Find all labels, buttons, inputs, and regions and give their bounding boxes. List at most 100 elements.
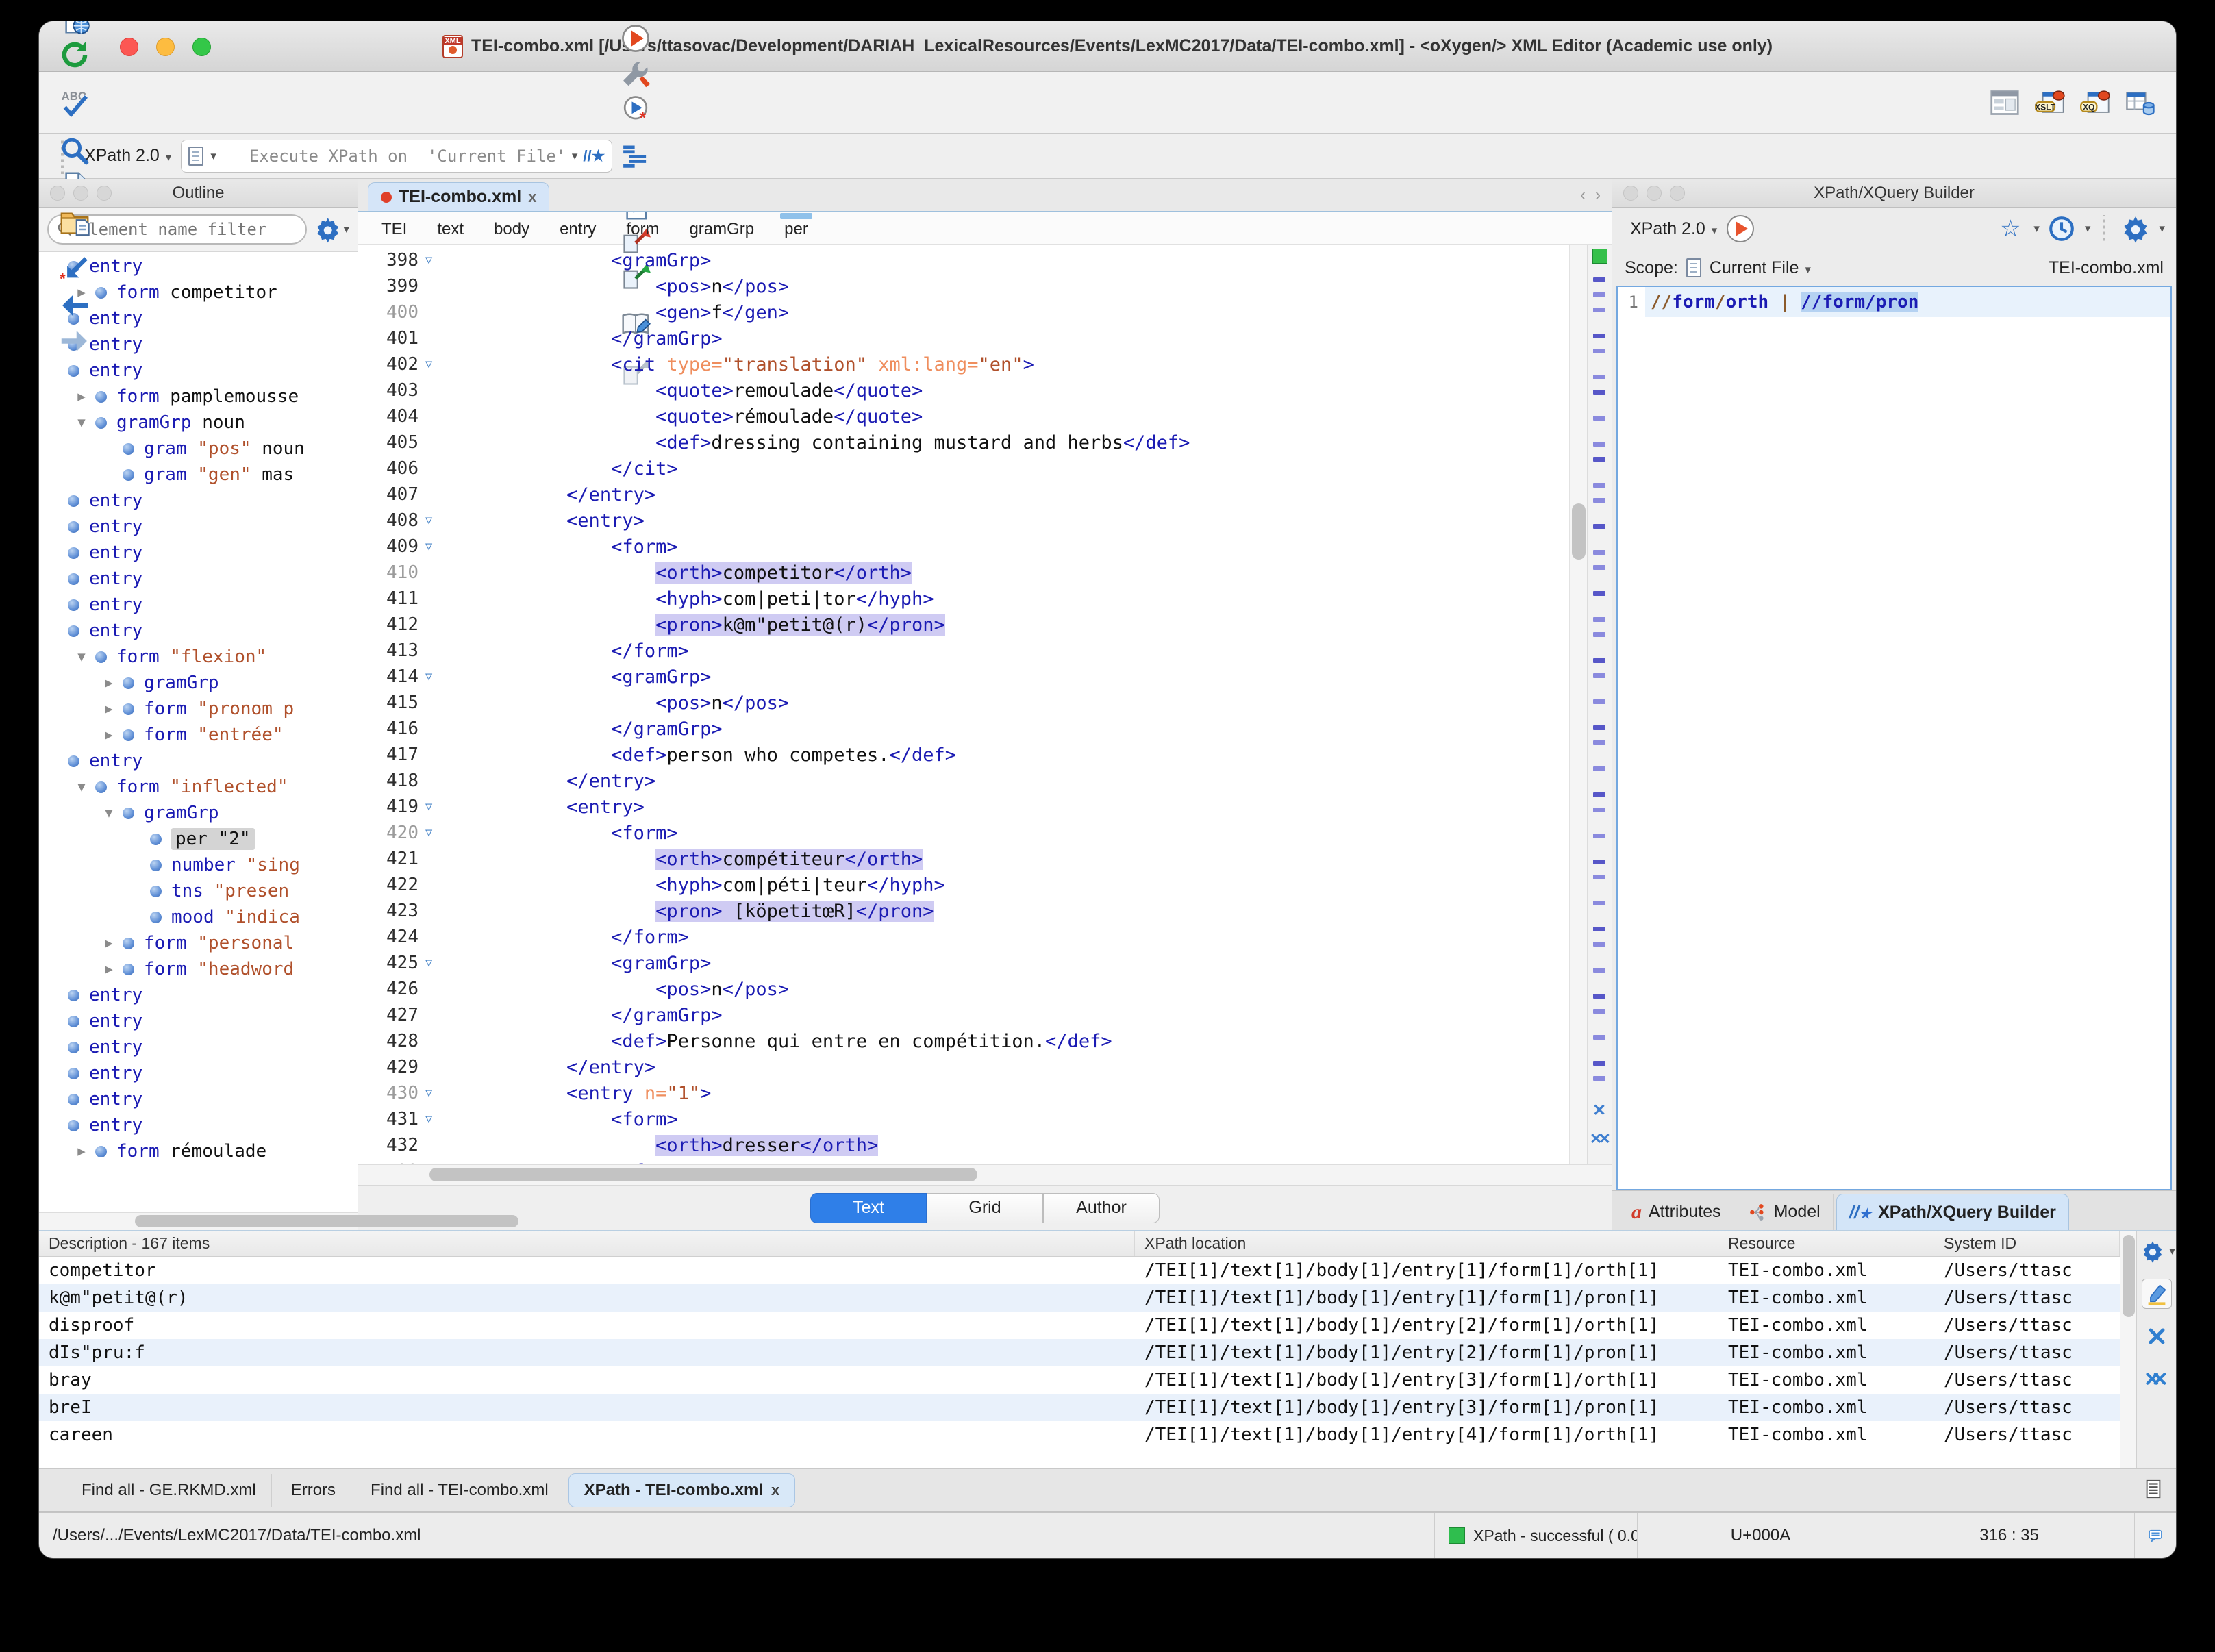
code-line-430[interactable]: 430 ▽ <entry n="1"> xyxy=(358,1080,1569,1106)
results-column-header[interactable]: Resource xyxy=(1718,1231,1934,1256)
editor-layout-icon[interactable] xyxy=(1987,85,2023,121)
code-line-408[interactable]: 408 ▽ <entry> xyxy=(358,508,1569,534)
code-line-403[interactable]: 403 <quote>remoulade</quote> xyxy=(358,377,1569,403)
fold-toggle-icon[interactable]: ▽ xyxy=(424,514,450,527)
close-all-x-icon[interactable] xyxy=(2142,1364,2172,1394)
result-marker-tick[interactable] xyxy=(1593,725,1605,730)
result-marker-tick[interactable] xyxy=(1593,1076,1605,1081)
expand-arrow-icon[interactable]: ▶ xyxy=(95,936,123,951)
result-marker-tick[interactable] xyxy=(1593,498,1605,503)
code-line-405[interactable]: 405 <def>dressing containing mustard and… xyxy=(358,429,1569,455)
view-button-author[interactable]: Author xyxy=(1043,1192,1160,1223)
code-line-406[interactable]: 406 </cit> xyxy=(358,455,1569,481)
fold-toggle-icon[interactable]: ▽ xyxy=(424,540,450,553)
xpath-expression-combo[interactable]: ▾ Execute XPath on 'Current File' ▾ //★ xyxy=(181,139,613,173)
result-marker-tick[interactable] xyxy=(1593,699,1605,704)
outline-item[interactable]: entry xyxy=(39,1060,358,1086)
results-row[interactable]: disproof/TEI[1]/text[1]/body[1]/entry[2]… xyxy=(39,1312,2120,1339)
result-marker-tick[interactable] xyxy=(1593,457,1605,462)
bottom-tab-find-all-ge-rkmd-xml[interactable]: Find all - GE.RKMD.xml xyxy=(66,1473,272,1507)
result-marker-tick[interactable] xyxy=(1593,942,1605,947)
format-indent-icon[interactable] xyxy=(618,140,653,175)
code-line-410[interactable]: 410 <orth>competitor</orth> xyxy=(358,560,1569,586)
outline-item[interactable]: entry xyxy=(39,748,358,774)
results-column-header[interactable]: XPath location xyxy=(1135,1231,1718,1256)
expand-arrow-icon[interactable]: ▶ xyxy=(68,1144,95,1159)
result-marker-tick[interactable] xyxy=(1593,292,1605,297)
code-line-417[interactable]: 417 <def>person who competes.</def> xyxy=(358,742,1569,768)
reload-icon[interactable] xyxy=(57,37,92,73)
outline-item[interactable]: entry xyxy=(39,1086,358,1112)
builder-tab-attributes[interactable]: a Attributes xyxy=(1619,1194,1734,1230)
code-line-411[interactable]: 411 <hyph>com|peti|tor</hyph> xyxy=(358,586,1569,612)
code-line-424[interactable]: 424 </form> xyxy=(358,924,1569,950)
breadcrumb-item-gramGrp[interactable]: gramGrp xyxy=(689,217,754,239)
outline-item[interactable]: ▶ form "entrée" xyxy=(39,722,358,748)
breadcrumb-item-body[interactable]: body xyxy=(494,217,529,239)
results-row[interactable]: breI/TEI[1]/text[1]/body[1]/entry[3]/for… xyxy=(39,1394,2120,1421)
jump-last-modification-icon[interactable]: * xyxy=(57,252,92,288)
code-line-402[interactable]: 402 ▽ <cit type="translation" xml:lang="e… xyxy=(358,351,1569,377)
outline-item[interactable]: entry xyxy=(39,488,358,514)
xpath-expression-editor[interactable]: 1 //form/orth | //form/pron xyxy=(1616,286,2172,1190)
result-marker-tick[interactable] xyxy=(1593,308,1605,312)
code-line-432[interactable]: 432 <orth>dresser</orth> xyxy=(358,1132,1569,1158)
chevron-down-icon[interactable]: ▾ xyxy=(210,149,216,163)
code-line-418[interactable]: 418 </entry> xyxy=(358,768,1569,794)
fold-toggle-icon[interactable]: ▽ xyxy=(424,358,450,371)
fold-toggle-icon[interactable]: ▽ xyxy=(424,1112,450,1126)
document-tab[interactable]: TEI-combo.xml x xyxy=(368,182,550,211)
code-line-404[interactable]: 404 <quote>rémoulade</quote> xyxy=(358,403,1569,429)
outline-horizontal-scrollbar[interactable] xyxy=(39,1212,518,1230)
bottom-tab-errors[interactable]: Errors xyxy=(276,1473,352,1507)
result-marker-tick[interactable] xyxy=(1593,994,1605,999)
fold-toggle-icon[interactable]: ▽ xyxy=(424,956,450,970)
results-column-header[interactable]: System ID xyxy=(1934,1231,2120,1256)
code-line-398[interactable]: 398 ▽ <gramGrp> xyxy=(358,247,1569,273)
panel-layout-icon[interactable] xyxy=(2143,1479,2164,1499)
zoom-window-button[interactable] xyxy=(192,38,211,56)
code-line-409[interactable]: 409 ▽ <form> xyxy=(358,534,1569,560)
find-icon[interactable] xyxy=(57,133,92,168)
code-line-419[interactable]: 419 ▽ <entry> xyxy=(358,794,1569,820)
fold-toggle-icon[interactable]: ▽ xyxy=(424,800,450,814)
result-marker-tick[interactable] xyxy=(1593,1061,1605,1066)
close-tab-icon[interactable]: x xyxy=(771,1481,779,1499)
chevron-down-icon[interactable]: ▾ xyxy=(572,149,578,163)
code-line-420[interactable]: 420 ▽ <form> xyxy=(358,820,1569,846)
result-marker-tick[interactable] xyxy=(1593,349,1605,353)
code-line-401[interactable]: 401 </gramGrp> xyxy=(358,325,1569,351)
bottom-tab-xpath-tei-combo-xml[interactable]: XPath - TEI-combo.xml x xyxy=(568,1473,796,1507)
back-icon[interactable] xyxy=(57,288,92,323)
result-marker-tick[interactable] xyxy=(1593,416,1605,421)
breadcrumb-item-per[interactable]: per xyxy=(780,212,812,239)
result-marker-tick[interactable] xyxy=(1593,565,1605,570)
results-vertical-scrollbar[interactable] xyxy=(2120,1231,2136,1468)
scope-value-dropdown[interactable]: Current File ▾ xyxy=(1710,258,1811,278)
outline-item[interactable]: entry xyxy=(39,514,358,540)
builder-panel-header[interactable]: XPath/XQuery Builder xyxy=(1612,179,2176,208)
result-marker-tick[interactable] xyxy=(1593,658,1605,663)
xslt-debugger-icon[interactable]: XSLT xyxy=(2032,85,2068,121)
outline-item[interactable]: ▼ gramGrp noun xyxy=(39,410,358,436)
outline-settings-button[interactable]: ▾ xyxy=(314,212,349,247)
code-line-427[interactable]: 427 </gramGrp> xyxy=(358,1002,1569,1028)
fold-toggle-icon[interactable]: ▽ xyxy=(424,1086,450,1100)
collapse-arrow-icon[interactable]: ▼ xyxy=(68,649,95,664)
result-marker-tick[interactable] xyxy=(1593,1035,1605,1040)
code-line-425[interactable]: 425 ▽ <gramGrp> xyxy=(358,950,1569,976)
outline-item[interactable]: ▼ form "inflected" xyxy=(39,774,358,800)
result-marker-tick[interactable] xyxy=(1593,524,1605,529)
outline-item[interactable]: entry xyxy=(39,592,358,618)
code-line-415[interactable]: 415 <pos>n</pos> xyxy=(358,690,1569,716)
xquery-debugger-icon[interactable]: XQ xyxy=(2077,85,2113,121)
code-line-428[interactable]: 428 <def>Personne qui entre en compétiti… xyxy=(358,1028,1569,1054)
outline-item[interactable]: ▼ gramGrp xyxy=(39,800,358,826)
builder-xpath-version-dropdown[interactable]: XPath 2.0 ▾ xyxy=(1630,219,1717,239)
expand-arrow-icon[interactable]: ▶ xyxy=(95,701,123,716)
outline-item[interactable]: entry xyxy=(39,1008,358,1034)
result-marker-tick[interactable] xyxy=(1593,591,1605,596)
view-button-grid[interactable]: Grid xyxy=(927,1192,1043,1223)
result-marker-tick[interactable] xyxy=(1593,617,1605,622)
expand-arrow-icon[interactable]: ▶ xyxy=(95,727,123,742)
